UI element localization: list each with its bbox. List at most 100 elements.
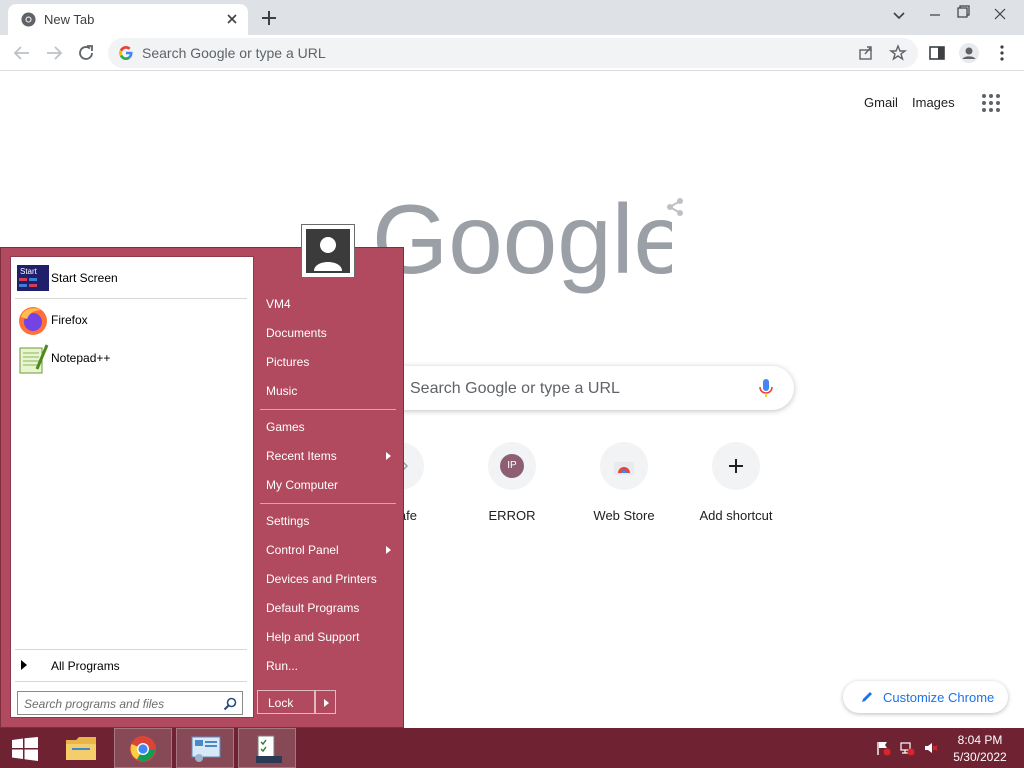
start-item-label: VM4 bbox=[266, 297, 291, 311]
start-item-help-and-support[interactable]: Help and Support bbox=[258, 624, 398, 650]
start-item-run[interactable]: Run... bbox=[258, 653, 398, 679]
google-apps-icon[interactable] bbox=[980, 92, 1002, 114]
start-item-label: My Computer bbox=[266, 478, 339, 492]
close-window-icon[interactable] bbox=[980, 0, 1020, 30]
shortcut-label: Web Store bbox=[593, 508, 655, 523]
taskbar: 8:04 PM 5/30/2022 bbox=[0, 728, 1024, 768]
tab-new-tab[interactable]: New Tab bbox=[8, 4, 248, 35]
windows-logo-icon bbox=[12, 737, 38, 761]
separator bbox=[15, 649, 247, 650]
task-manager-icon bbox=[256, 735, 282, 763]
close-tab-icon[interactable] bbox=[224, 11, 240, 27]
program-label: Notepad++ bbox=[51, 351, 111, 365]
start-item-devices-and-printers[interactable]: Devices and Printers bbox=[258, 566, 398, 592]
control-panel-icon bbox=[191, 736, 221, 762]
restore-icon[interactable] bbox=[950, 0, 976, 30]
shortcut-tile-error[interactable]: IP ERROR bbox=[456, 442, 568, 532]
doodle-share-icon[interactable] bbox=[664, 196, 686, 218]
all-programs-button[interactable]: All Programs bbox=[15, 655, 251, 677]
shortcut-label: ERROR bbox=[488, 508, 536, 523]
start-button[interactable] bbox=[0, 728, 58, 768]
taskbar-control-panel[interactable] bbox=[176, 728, 234, 768]
start-screen-icon: Start bbox=[17, 265, 49, 291]
start-item-games[interactable]: Games bbox=[258, 414, 398, 440]
clock-time[interactable]: 8:04 PM bbox=[952, 733, 1008, 747]
start-item-label: Devices and Printers bbox=[266, 572, 377, 586]
gmail-link[interactable]: Gmail bbox=[864, 95, 898, 110]
start-item-pictures[interactable]: Pictures bbox=[258, 349, 398, 375]
new-tab-icon[interactable] bbox=[258, 7, 280, 29]
lock-button[interactable]: Lock bbox=[257, 690, 315, 714]
customize-chrome-label: Customize Chrome bbox=[883, 690, 995, 705]
start-item-music[interactable]: Music bbox=[258, 378, 398, 404]
shortcut-icon-circle: IP bbox=[488, 442, 536, 490]
taskbar-task-manager[interactable] bbox=[238, 728, 296, 768]
tab-search-icon[interactable] bbox=[886, 0, 912, 30]
search-programs-input[interactable]: Search programs and files bbox=[17, 691, 243, 715]
program-firefox[interactable]: Firefox bbox=[15, 303, 251, 337]
taskbar-file-explorer[interactable] bbox=[52, 728, 110, 768]
start-item-label: Games bbox=[266, 420, 305, 434]
microphone-icon[interactable] bbox=[754, 376, 778, 400]
customize-chrome-button[interactable]: Customize Chrome bbox=[843, 681, 1008, 713]
bookmark-star-icon[interactable] bbox=[888, 43, 908, 63]
clock-date[interactable]: 5/30/2022 bbox=[948, 750, 1012, 764]
start-item-vm4[interactable]: VM4 bbox=[258, 291, 398, 317]
add-shortcut-tile[interactable]: Add shortcut bbox=[680, 442, 792, 532]
plus-icon bbox=[729, 459, 743, 473]
submenu-arrow-icon bbox=[386, 546, 391, 554]
shutdown-options-button[interactable] bbox=[315, 690, 336, 714]
network-icon[interactable] bbox=[899, 740, 915, 756]
volume-muted-icon[interactable] bbox=[923, 740, 939, 756]
tab-title: New Tab bbox=[44, 12, 95, 27]
side-panel-icon[interactable] bbox=[926, 42, 948, 64]
ntp-search-placeholder: Search Google or type a URL bbox=[410, 380, 620, 397]
chrome-menu-icon[interactable] bbox=[991, 42, 1013, 64]
start-item-default-programs[interactable]: Default Programs bbox=[258, 595, 398, 621]
program-notepad-plus-plus[interactable]: Notepad++ bbox=[15, 341, 251, 375]
start-item-label: Documents bbox=[266, 326, 327, 340]
all-programs-label: All Programs bbox=[51, 659, 120, 673]
user-avatar-icon bbox=[306, 229, 350, 273]
images-link[interactable]: Images bbox=[912, 95, 955, 110]
folder-icon bbox=[66, 737, 96, 760]
start-item-label: Settings bbox=[266, 514, 310, 528]
separator bbox=[260, 503, 396, 504]
lock-label: Lock bbox=[268, 696, 294, 710]
start-item-settings[interactable]: Settings bbox=[258, 508, 398, 534]
google-logo: Google bbox=[372, 195, 672, 294]
start-item-label: Pictures bbox=[266, 355, 310, 369]
start-item-label: Help and Support bbox=[266, 630, 360, 644]
web-store-icon bbox=[614, 462, 634, 475]
taskbar-chrome[interactable] bbox=[114, 728, 172, 768]
submenu-arrow-icon bbox=[386, 452, 391, 460]
address-bar[interactable]: Search Google or type a URL bbox=[108, 38, 918, 68]
pencil-icon bbox=[862, 692, 872, 702]
program-start-screen[interactable]: Start Start Screen bbox=[15, 261, 251, 295]
back-icon[interactable] bbox=[11, 42, 33, 64]
start-item-documents[interactable]: Documents bbox=[258, 320, 398, 346]
svg-text:Start: Start bbox=[20, 267, 38, 276]
action-center-flag-icon[interactable] bbox=[875, 740, 891, 756]
start-item-label: Music bbox=[266, 384, 298, 398]
shortcut-icon-circle bbox=[600, 442, 648, 490]
start-item-recent-items[interactable]: Recent Items bbox=[258, 443, 398, 469]
profile-avatar-icon[interactable] bbox=[958, 42, 980, 64]
search-icon[interactable] bbox=[222, 696, 238, 712]
shortcut-tile-web-store[interactable]: Web Store bbox=[568, 442, 680, 532]
user-account-picture[interactable] bbox=[301, 224, 355, 278]
separator bbox=[260, 409, 396, 410]
share-icon[interactable] bbox=[856, 43, 876, 63]
svg-text:Google: Google bbox=[372, 195, 672, 294]
shortcut-label: Add shortcut bbox=[699, 508, 773, 523]
expand-arrow-icon bbox=[21, 660, 27, 670]
shortcut-icon-circle bbox=[712, 442, 760, 490]
start-item-label: Recent Items bbox=[266, 449, 337, 463]
start-item-control-panel[interactable]: Control Panel bbox=[258, 537, 398, 563]
start-item-my-computer[interactable]: My Computer bbox=[258, 472, 398, 498]
minimize-icon[interactable] bbox=[920, 0, 950, 30]
search-programs-placeholder: Search programs and files bbox=[24, 697, 165, 711]
address-bar-placeholder: Search Google or type a URL bbox=[142, 45, 326, 61]
reload-icon[interactable] bbox=[75, 42, 97, 64]
forward-icon[interactable] bbox=[43, 42, 65, 64]
